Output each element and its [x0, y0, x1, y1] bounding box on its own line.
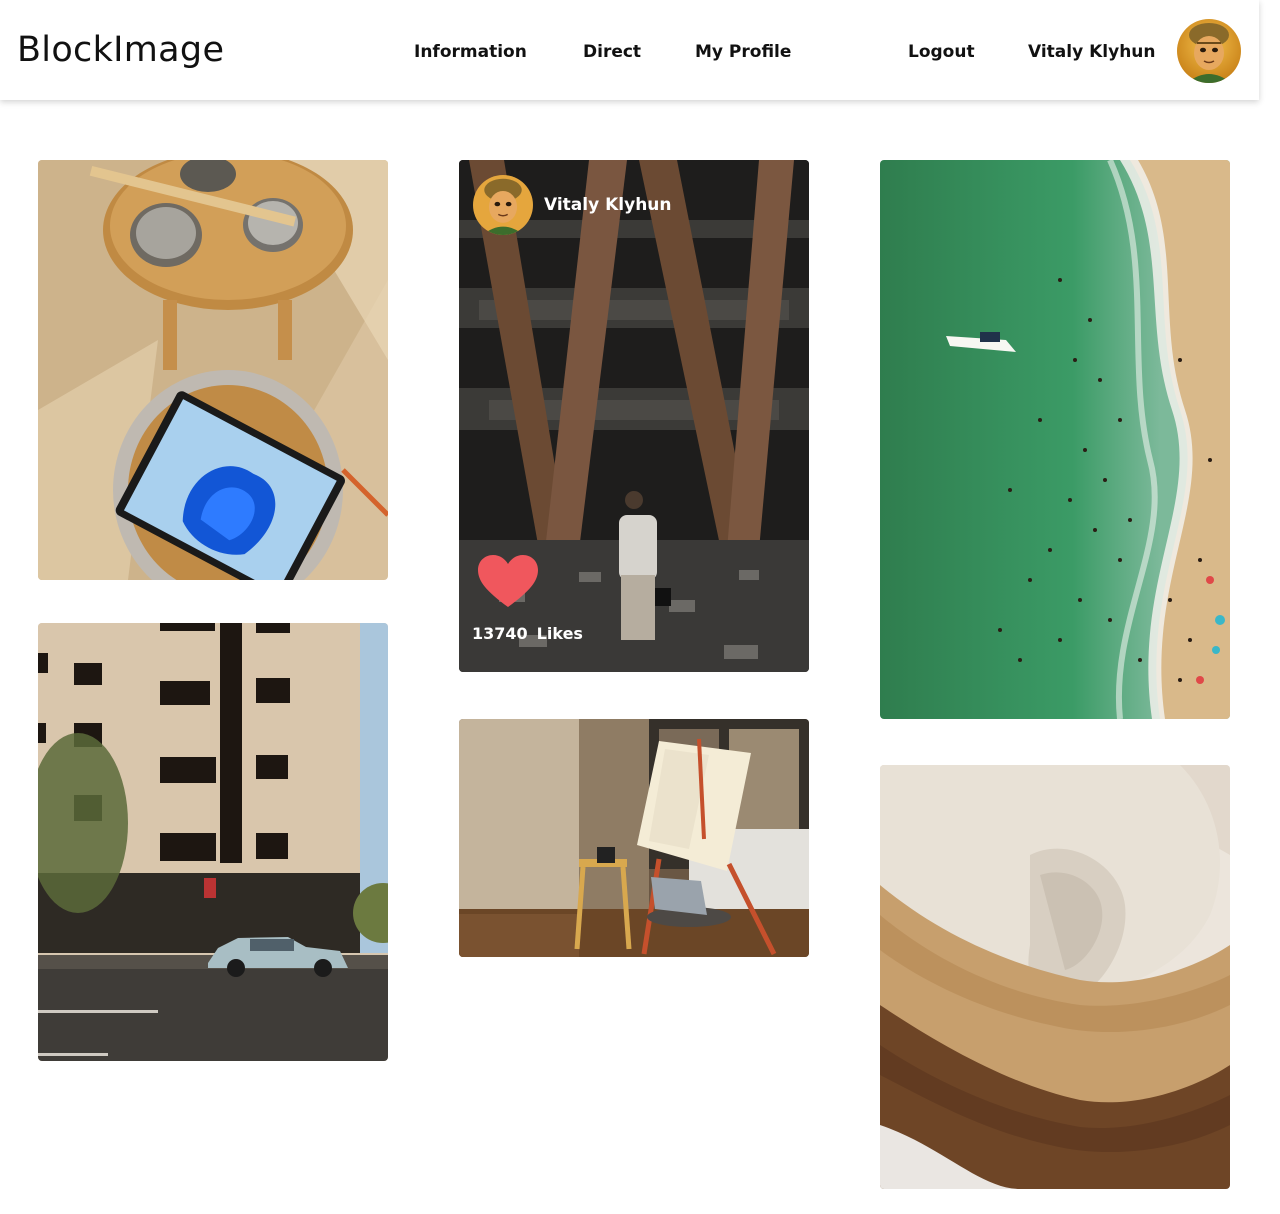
avatar-image	[473, 175, 533, 235]
feed-image-beach-aerial[interactable]	[880, 160, 1230, 719]
featured-post-card[interactable]: Vitaly Klyhun 13740 Likes	[459, 160, 809, 672]
photo-tablet-paint-stool	[38, 160, 388, 580]
nav-my-profile-link[interactable]: My Profile	[695, 42, 791, 62]
post-author-name[interactable]: Vitaly Klyhun	[544, 195, 672, 215]
feed-image-tablet-on-stool[interactable]	[38, 160, 388, 580]
nav-direct-link[interactable]: Direct	[583, 42, 641, 62]
feed-image-building-car[interactable]	[38, 623, 388, 1061]
nav-information-link[interactable]: Information	[414, 42, 527, 62]
like-heart-icon[interactable]	[476, 553, 540, 609]
top-nav-bar: BlockImage Information Direct My Profile…	[0, 0, 1259, 100]
likes-label: Likes	[536, 624, 583, 643]
photo-building-vintage-car	[38, 623, 388, 1061]
feed-image-easel-studio[interactable]	[459, 719, 809, 957]
likes-count: 13740	[472, 624, 528, 643]
photo-beach-aerial	[880, 160, 1230, 719]
user-avatar[interactable]	[1177, 19, 1241, 83]
post-author-avatar[interactable]	[473, 175, 533, 235]
feed-image-knit-sweaters[interactable]	[880, 765, 1230, 1189]
nav-logout-link[interactable]: Logout	[908, 42, 975, 62]
brand-logo[interactable]: BlockImage	[17, 30, 224, 70]
nav-username-link[interactable]: Vitaly Klyhun	[1028, 42, 1156, 62]
avatar-image	[1177, 19, 1241, 83]
photo-knit-sweaters	[880, 765, 1230, 1189]
likes-counter: 13740 Likes	[472, 624, 583, 643]
photo-easel-studio	[459, 719, 809, 957]
post-author[interactable]: Vitaly Klyhun	[473, 175, 672, 235]
